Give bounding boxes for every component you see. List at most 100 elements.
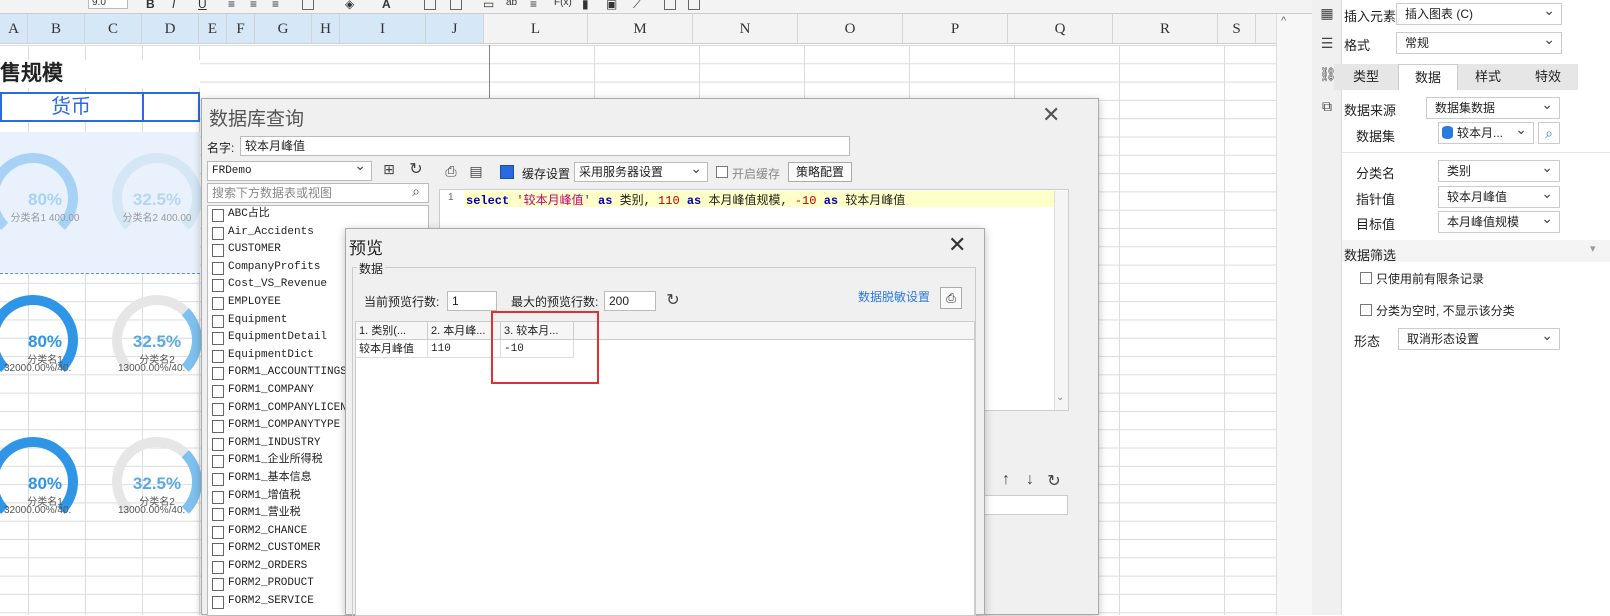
db-dialog-title: 数据库查询 <box>209 109 305 130</box>
brush-icon[interactable]: ⟋ <box>633 0 641 12</box>
highlight-box <box>491 311 599 384</box>
sql-scrollbar[interactable] <box>1054 191 1068 410</box>
connection-edit-icon[interactable]: ⊞ <box>380 161 398 178</box>
italic-button[interactable]: I <box>172 0 175 11</box>
collapse-icon[interactable]: ▾ <box>1590 242 1596 255</box>
scroll-down-icon[interactable]: ⌄ <box>1056 392 1064 403</box>
move-up-icon[interactable]: ↑ <box>998 471 1014 489</box>
font-color-icon[interactable]: A <box>382 0 391 11</box>
vertical-scrollbar[interactable] <box>1276 14 1312 615</box>
search-icon[interactable]: ⌕ <box>1538 122 1560 144</box>
bold-button[interactable]: B <box>146 0 155 11</box>
close-icon[interactable]: ✕ <box>1042 102 1060 128</box>
dataset-select[interactable]: 较本月... <box>1438 119 1534 144</box>
font-size-value[interactable]: 9.0 <box>92 0 106 8</box>
fill-color-icon[interactable]: ◈ <box>345 0 354 11</box>
col-header[interactable]: H <box>312 14 340 43</box>
align-right-icon[interactable]: ≡ <box>272 0 279 11</box>
col-header[interactable]: O <box>798 14 903 43</box>
panel-icon-strip: ▦ ☰ ⛓ ⧉ <box>1312 0 1342 615</box>
tab-type[interactable]: 类型 <box>1334 64 1398 90</box>
chart-icon[interactable]: ▮ <box>582 0 589 11</box>
sql-line[interactable]: select '较本月峰值' as 类别, 110 as 本月峰值规模, -10… <box>466 191 905 208</box>
col-header[interactable]: A <box>0 14 28 43</box>
indicator-select[interactable]: 较本月峰值 <box>1438 183 1560 208</box>
preview-export-icon[interactable]: ⎙ <box>940 287 962 309</box>
move-down-icon[interactable]: ↓ <box>1022 471 1038 489</box>
gauge-sub: 13000.00%/40. <box>118 363 186 374</box>
link-icon[interactable]: ⛓ <box>1319 66 1337 83</box>
property-panel: 插入元素 插入图表 (C) 格式 常规 类型 数据 样式 特效 数据来源 数据集… <box>1334 0 1610 615</box>
source-select[interactable]: 数据集数据 <box>1426 94 1560 119</box>
col-header[interactable]: G <box>255 14 312 43</box>
close-icon[interactable]: ✕ <box>948 232 966 258</box>
gauge-label: 分类名1 400.00 <box>10 213 80 224</box>
shape-select[interactable]: 取消形态设置 <box>1398 325 1560 350</box>
widget-icon[interactable] <box>664 0 676 10</box>
text-ab-icon[interactable]: ab <box>506 0 517 8</box>
tab-style[interactable]: 样式 <box>1458 64 1518 90</box>
col-header[interactable]: P <box>903 14 1008 43</box>
target-select[interactable]: 本月峰值规模 <box>1438 208 1560 233</box>
refresh-preview-icon[interactable]: ↻ <box>664 290 682 310</box>
col-header[interactable]: L <box>484 14 588 43</box>
list-item[interactable]: ABC占比 <box>208 206 428 224</box>
max-rows-input[interactable]: 200 <box>604 291 656 311</box>
refresh-params-icon[interactable]: ↻ <box>1046 471 1062 491</box>
save-icon[interactable]: ▤ <box>468 163 484 180</box>
data-mask-link[interactable]: 数据脱敏设置 <box>858 288 930 305</box>
subreport-icon[interactable] <box>688 0 700 10</box>
scroll-up-icon[interactable]: ^ <box>1281 15 1286 27</box>
format-select[interactable]: 常规 <box>1396 29 1562 54</box>
align-center-icon[interactable]: ≡ <box>250 0 257 11</box>
category-select[interactable]: 类别 <box>1438 157 1560 182</box>
table-header[interactable]: 1. 类别(... <box>356 322 428 340</box>
col-header[interactable]: E <box>199 14 227 43</box>
col-header[interactable]: R <box>1113 14 1218 43</box>
paragraph-icon[interactable]: ≡ <box>530 0 537 11</box>
col-header[interactable]: D <box>142 14 199 43</box>
param-table[interactable] <box>982 495 1068 515</box>
col-header[interactable]: M <box>588 14 693 43</box>
cell-attr-icon[interactable]: ▦ <box>1319 5 1335 22</box>
table-cell: 较本月峰值 <box>356 340 428 358</box>
tab-data[interactable]: 数据 <box>1398 64 1458 90</box>
formula-icon[interactable]: F(x) <box>554 0 572 8</box>
refresh-icon[interactable]: ↻ <box>407 159 425 179</box>
currency-cell[interactable]: 货币 <box>0 94 142 120</box>
col-header[interactable]: F <box>227 14 255 43</box>
hide-empty-category-checkbox[interactable] <box>1360 304 1372 316</box>
limit-records-checkbox[interactable] <box>1360 272 1372 284</box>
enable-cache-label: 开启缓存 <box>732 167 781 181</box>
format-icon[interactable] <box>424 0 436 10</box>
insert-row-icon[interactable]: ▭ <box>483 0 494 11</box>
col-header[interactable]: J <box>426 14 484 43</box>
align-left-icon[interactable]: ≡ <box>228 0 235 11</box>
col-header[interactable]: Q <box>1008 14 1113 43</box>
query-name-input[interactable]: 较本月峰值 <box>240 136 850 156</box>
strategy-config-button[interactable]: 策略配置 <box>788 162 852 182</box>
gauge-percent: 32.5% <box>132 474 182 493</box>
tab-effect[interactable]: 特效 <box>1518 64 1578 90</box>
condition-icon[interactable]: ⧉ <box>1319 98 1335 115</box>
widget-attr-icon[interactable]: ☰ <box>1319 35 1335 52</box>
current-rows-input[interactable]: 1 <box>447 291 497 311</box>
cache-label: 缓存设置 <box>522 167 571 181</box>
col-header[interactable]: N <box>693 14 798 43</box>
col-header[interactable]: I <box>340 14 426 43</box>
insert-element-select[interactable]: 插入图表 (C) <box>1396 0 1562 25</box>
connection-select[interactable]: FRDemo <box>207 158 372 181</box>
image-icon[interactable]: ▣ <box>606 0 617 11</box>
col-header[interactable]: B <box>28 14 85 43</box>
indicator-label: 指针值 <box>1356 192 1396 207</box>
cache-select[interactable]: 采用服务器设置 <box>574 159 708 182</box>
dataset-label: 数据集 <box>1356 129 1396 144</box>
col-header[interactable]: S <box>1218 14 1256 43</box>
enable-cache-checkbox[interactable] <box>716 166 728 178</box>
underline-button[interactable]: U <box>198 0 207 11</box>
border-icon[interactable] <box>302 0 314 10</box>
preview-icon[interactable]: ⎙ <box>443 163 459 180</box>
table-icon[interactable] <box>450 0 462 10</box>
col-header[interactable]: C <box>85 14 142 43</box>
table-search-input[interactable]: 搜索下方数据表或视图 <box>207 183 429 203</box>
